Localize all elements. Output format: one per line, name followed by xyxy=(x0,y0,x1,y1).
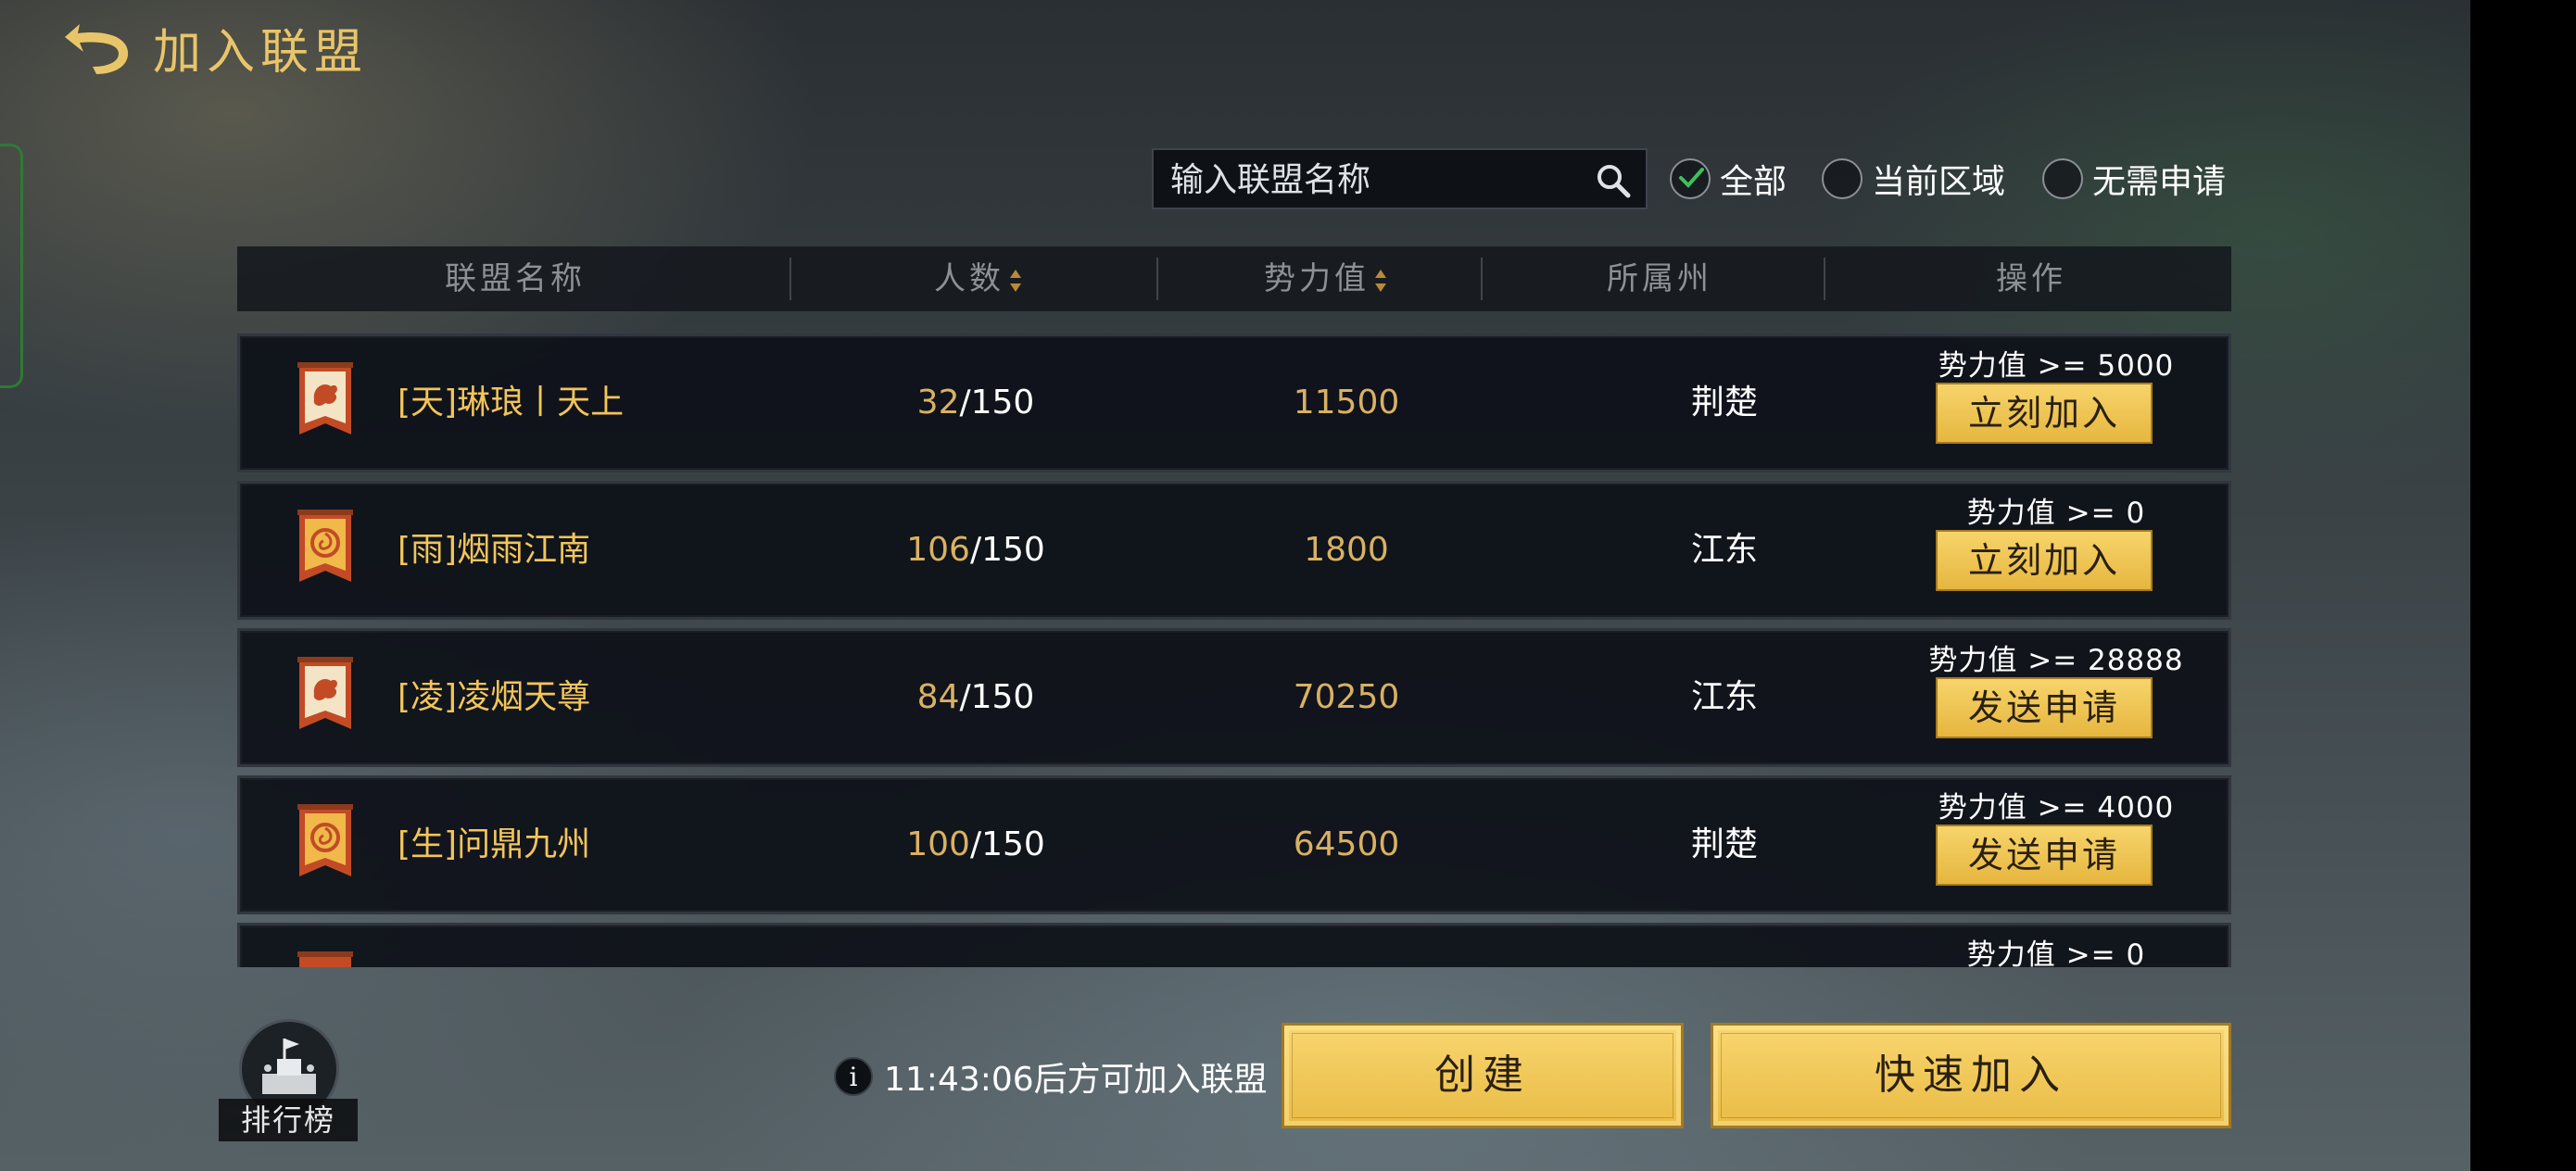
alliance-power: 11500 xyxy=(1293,384,1400,422)
column-divider xyxy=(1156,258,1158,300)
checkmark-icon xyxy=(1679,168,1704,188)
game-background: 加入联盟 全部 当前区域 无需申请 联盟名称 人数 势力值 所属州 操作 xyxy=(0,0,2470,1171)
search-input[interactable] xyxy=(1168,150,1580,209)
alliance-row[interactable]: [天]琳琅丨天上 32/150 11500 荆楚 势力值 >= 5000 立刻加… xyxy=(237,334,2231,472)
column-divider xyxy=(789,258,791,300)
join-requirement: 势力值 >= 0 xyxy=(1966,938,2146,967)
info-icon: i xyxy=(834,1057,873,1096)
send-application-button[interactable]: 发送申请 xyxy=(1936,825,2153,886)
column-header-region: 所属州 xyxy=(1607,260,1712,297)
table-header: 联盟名称 人数 势力值 所属州 操作 xyxy=(237,246,2231,311)
alliance-row[interactable]: 势力值 >= 0 xyxy=(237,923,2231,967)
side-panel-tab[interactable] xyxy=(0,144,23,388)
alliance-row[interactable]: [生]问鼎九州 100/150 64500 荆楚 势力值 >= 4000 发送申… xyxy=(237,775,2231,914)
cooldown-timer-text: 11:43:06后方可加入联盟 xyxy=(884,1061,1268,1099)
quick-join-button[interactable]: 快速加入 xyxy=(1711,1023,2231,1128)
join-requirement: 势力值 >= 5000 xyxy=(1938,349,2175,383)
join-requirement: 势力值 >= 28888 xyxy=(1928,644,2184,677)
column-divider xyxy=(1824,258,1825,300)
column-header-action: 操作 xyxy=(1996,260,2066,297)
search-box[interactable] xyxy=(1152,148,1648,209)
alliance-emblem-icon xyxy=(297,657,353,729)
sort-arrows-icon xyxy=(1010,269,1021,292)
filter-all[interactable]: 全部 xyxy=(1670,153,1787,205)
join-cooldown-info: i 11:43:06后方可加入联盟 xyxy=(834,1051,1268,1102)
alliance-power: 64500 xyxy=(1293,825,1400,863)
send-application-button[interactable]: 发送申请 xyxy=(1936,677,2153,738)
alliance-region: 荆楚 xyxy=(1690,384,1758,422)
screen-edge xyxy=(2470,0,2576,1171)
back-arrow-icon[interactable] xyxy=(56,17,139,82)
filter-current-region-label: 当前区域 xyxy=(1872,163,2006,201)
filter-no-application-radio[interactable] xyxy=(2042,158,2083,199)
alliance-name: [雨]烟雨江南 xyxy=(398,531,591,569)
alliance-members: 84/150 xyxy=(916,678,1035,716)
join-now-button[interactable]: 立刻加入 xyxy=(1936,530,2153,591)
filter-all-label: 全部 xyxy=(1720,163,1787,201)
page-title: 加入联盟 xyxy=(153,25,369,81)
column-header-power[interactable]: 势力值 xyxy=(1164,246,1488,311)
alliance-region: 江东 xyxy=(1690,678,1758,716)
filter-no-application[interactable]: 无需申请 xyxy=(2042,153,2226,205)
sort-arrows-icon xyxy=(1375,269,1386,292)
alliance-emblem-icon xyxy=(297,510,353,582)
alliance-name: [凌]凌烟天尊 xyxy=(398,678,591,716)
create-alliance-button[interactable]: 创建 xyxy=(1282,1023,1684,1128)
join-now-button[interactable]: 立刻加入 xyxy=(1936,383,2153,444)
column-divider xyxy=(1481,258,1483,300)
alliance-emblem-icon xyxy=(297,362,353,434)
column-header-members[interactable]: 人数 xyxy=(793,246,1164,311)
alliance-region: 荆楚 xyxy=(1690,825,1758,863)
alliance-region: 江东 xyxy=(1690,531,1758,569)
alliance-emblem-icon xyxy=(297,804,353,876)
alliance-members: 106/150 xyxy=(906,531,1045,569)
column-header-name: 联盟名称 xyxy=(445,260,586,297)
alliance-members: 100/150 xyxy=(906,825,1045,863)
filter-current-region-radio[interactable] xyxy=(1822,158,1863,199)
alliance-row[interactable]: [凌]凌烟天尊 84/150 70250 江东 势力值 >= 28888 发送申… xyxy=(237,628,2231,767)
join-requirement: 势力值 >= 4000 xyxy=(1938,791,2175,825)
alliance-list[interactable]: [天]琳琅丨天上 32/150 11500 荆楚 势力值 >= 5000 立刻加… xyxy=(237,334,2231,967)
alliance-row[interactable]: [雨]烟雨江南 106/150 1800 江东 势力值 >= 0 立刻加入 xyxy=(237,481,2231,620)
alliance-power: 70250 xyxy=(1293,678,1400,716)
alliance-name: [生]问鼎九州 xyxy=(398,825,591,863)
alliance-emblem-icon xyxy=(297,951,353,967)
alliance-power: 1800 xyxy=(1304,531,1389,569)
alliance-name: [天]琳琅丨天上 xyxy=(398,384,625,422)
join-requirement: 势力值 >= 0 xyxy=(1966,497,2146,530)
filter-no-application-label: 无需申请 xyxy=(2092,163,2227,201)
alliance-members: 32/150 xyxy=(916,384,1035,422)
ranking-label: 排行榜 xyxy=(219,1099,358,1141)
filter-current-region[interactable]: 当前区域 xyxy=(1822,153,2005,205)
filter-all-radio[interactable] xyxy=(1670,158,1711,199)
ranking-button[interactable]: 排行榜 xyxy=(219,1019,358,1144)
search-icon[interactable] xyxy=(1594,161,1633,200)
